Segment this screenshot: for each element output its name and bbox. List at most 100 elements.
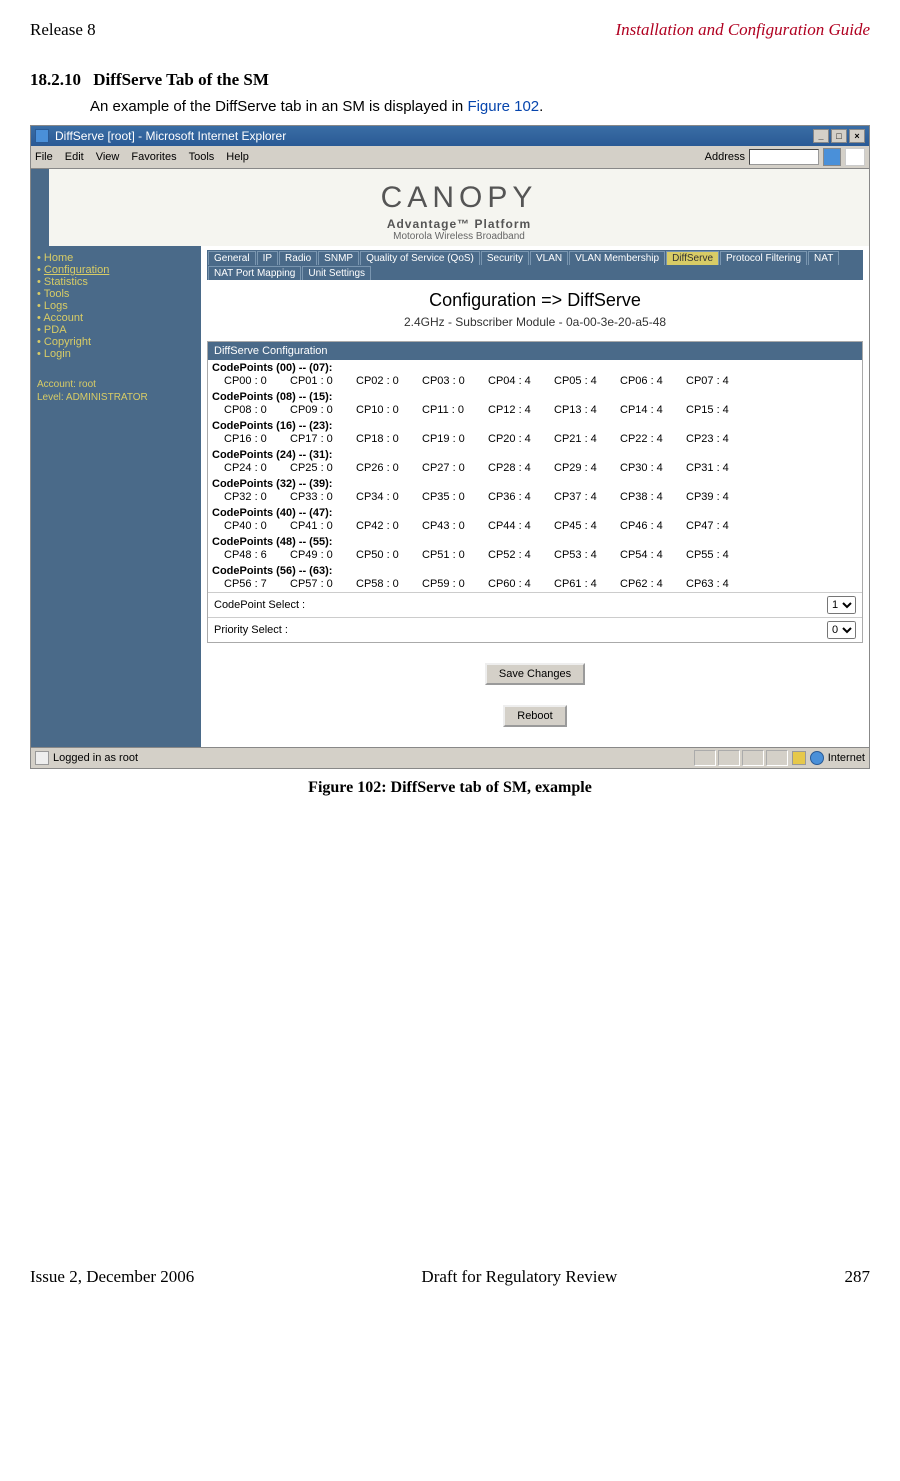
page-title: Configuration => DiffServe bbox=[207, 290, 863, 311]
codepoint-value: CP10 : 0 bbox=[356, 404, 422, 416]
codepoint-value: CP52 : 4 bbox=[488, 549, 554, 561]
menu-file[interactable]: File bbox=[35, 151, 53, 163]
codepoint-group-label: CodePoints (32) -- (39): bbox=[208, 476, 862, 490]
config-tab[interactable]: IP bbox=[257, 251, 278, 265]
sidebar-item[interactable]: Home bbox=[37, 252, 195, 264]
go-button[interactable] bbox=[823, 148, 841, 166]
close-button[interactable]: × bbox=[849, 129, 865, 143]
codepoint-select[interactable]: 1 bbox=[827, 596, 856, 614]
priority-select[interactable]: 0 bbox=[827, 621, 856, 639]
module-line: 2.4GHz - Subscriber Module - 0a-00-3e-20… bbox=[207, 315, 863, 329]
config-tab[interactable]: VLAN bbox=[530, 251, 568, 265]
account-level: Level: ADMINISTRATOR bbox=[37, 391, 195, 404]
config-tab[interactable]: NAT Port Mapping bbox=[208, 266, 301, 280]
main-content: GeneralIPRadioSNMPQuality of Service (Qo… bbox=[201, 246, 869, 747]
screenshot-window: DiffServe [root] - Microsoft Internet Ex… bbox=[30, 125, 870, 769]
codepoint-value: CP61 : 4 bbox=[554, 578, 620, 590]
menu-edit[interactable]: Edit bbox=[65, 151, 84, 163]
menu-tools[interactable]: Tools bbox=[189, 151, 215, 163]
minimize-button[interactable]: _ bbox=[813, 129, 829, 143]
codepoint-value: CP49 : 0 bbox=[290, 549, 356, 561]
config-tab[interactable]: VLAN Membership bbox=[569, 251, 665, 265]
codepoint-value: CP28 : 4 bbox=[488, 462, 554, 474]
codepoint-value: CP04 : 4 bbox=[488, 375, 554, 387]
menu-help[interactable]: Help bbox=[226, 151, 249, 163]
sidebar-item[interactable]: Login bbox=[37, 348, 195, 360]
codepoint-value: CP30 : 4 bbox=[620, 462, 686, 474]
codepoint-value: CP54 : 4 bbox=[620, 549, 686, 561]
codepoint-value: CP51 : 0 bbox=[422, 549, 488, 561]
codepoint-value: CP22 : 4 bbox=[620, 433, 686, 445]
codepoint-group-label: CodePoints (40) -- (47): bbox=[208, 505, 862, 519]
intro-post: . bbox=[539, 98, 543, 115]
codepoint-value: CP43 : 0 bbox=[422, 520, 488, 532]
config-tab[interactable]: Protocol Filtering bbox=[720, 251, 807, 265]
config-tab[interactable]: Security bbox=[481, 251, 529, 265]
sidebar-item[interactable]: Tools bbox=[37, 288, 195, 300]
config-tab[interactable]: Radio bbox=[279, 251, 317, 265]
codepoint-value: CP44 : 4 bbox=[488, 520, 554, 532]
codepoint-value: CP34 : 0 bbox=[356, 491, 422, 503]
footer-status: Draft for Regulatory Review bbox=[421, 1267, 617, 1287]
codepoint-value: CP16 : 0 bbox=[224, 433, 290, 445]
codepoint-value: CP27 : 0 bbox=[422, 462, 488, 474]
codepoint-value: CP33 : 0 bbox=[290, 491, 356, 503]
sidebar-item[interactable]: Logs bbox=[37, 300, 195, 312]
config-tab[interactable]: General bbox=[208, 251, 256, 265]
config-tab[interactable]: Quality of Service (QoS) bbox=[360, 251, 480, 265]
codepoint-group-label: CodePoints (16) -- (23): bbox=[208, 418, 862, 432]
brand-area: CANOPY Advantage™ PlatformMotorola Wirel… bbox=[49, 169, 869, 246]
reboot-button[interactable]: Reboot bbox=[503, 705, 566, 727]
codepoint-value: CP36 : 4 bbox=[488, 491, 554, 503]
guide-title: Installation and Configuration Guide bbox=[615, 20, 870, 40]
tab-row: GeneralIPRadioSNMPQuality of Service (Qo… bbox=[207, 250, 863, 280]
config-box: DiffServe Configuration CodePoints (00) … bbox=[207, 341, 863, 643]
codepoint-value: CP11 : 0 bbox=[422, 404, 488, 416]
codepoint-select-label: CodePoint Select : bbox=[214, 599, 827, 611]
codepoint-value: CP50 : 0 bbox=[356, 549, 422, 561]
brand-sub-bold: Advantage™ Platform bbox=[387, 217, 531, 231]
save-changes-button[interactable]: Save Changes bbox=[485, 663, 585, 685]
menu-view[interactable]: View bbox=[96, 151, 120, 163]
sidebar-item[interactable]: Account bbox=[37, 312, 195, 324]
codepoint-value: CP38 : 4 bbox=[620, 491, 686, 503]
codepoint-value: CP55 : 4 bbox=[686, 549, 752, 561]
codepoint-value: CP60 : 4 bbox=[488, 578, 554, 590]
statusbar: Logged in as root Internet bbox=[31, 747, 869, 768]
codepoint-value: CP63 : 4 bbox=[686, 578, 752, 590]
intro-pre: An example of the DiffServe tab in an SM… bbox=[90, 98, 467, 115]
codepoint-group-label: CodePoints (08) -- (15): bbox=[208, 389, 862, 403]
section-title: DiffServe Tab of the SM bbox=[93, 70, 269, 89]
codepoint-group-label: CodePoints (24) -- (31): bbox=[208, 447, 862, 461]
config-tab[interactable]: NAT bbox=[808, 251, 839, 265]
codepoint-value: CP23 : 4 bbox=[686, 433, 752, 445]
address-input[interactable] bbox=[749, 149, 819, 165]
codepoint-value: CP40 : 0 bbox=[224, 520, 290, 532]
sidebar-item[interactable]: Configuration bbox=[37, 264, 195, 276]
codepoint-value: CP25 : 0 bbox=[290, 462, 356, 474]
codepoint-value: CP37 : 4 bbox=[554, 491, 620, 503]
window-title: DiffServe [root] - Microsoft Internet Ex… bbox=[55, 129, 286, 143]
config-tab[interactable]: SNMP bbox=[318, 251, 359, 265]
config-tab[interactable]: DiffServe bbox=[666, 251, 719, 265]
config-tab[interactable]: Unit Settings bbox=[302, 266, 371, 280]
codepoint-value: CP42 : 0 bbox=[356, 520, 422, 532]
codepoint-value: CP08 : 0 bbox=[224, 404, 290, 416]
codepoint-value: CP13 : 4 bbox=[554, 404, 620, 416]
ie-icon bbox=[35, 129, 49, 143]
menu-favorites[interactable]: Favorites bbox=[131, 151, 176, 163]
address-label: Address bbox=[705, 151, 745, 163]
sidebar-item[interactable]: Copyright bbox=[37, 336, 195, 348]
window-titlebar: DiffServe [root] - Microsoft Internet Ex… bbox=[31, 126, 869, 146]
maximize-button[interactable]: □ bbox=[831, 129, 847, 143]
codepoint-value: CP57 : 0 bbox=[290, 578, 356, 590]
sidebar-item[interactable]: PDA bbox=[37, 324, 195, 336]
lock-icon bbox=[792, 751, 806, 765]
codepoint-value: CP00 : 0 bbox=[224, 375, 290, 387]
codepoint-value: CP39 : 4 bbox=[686, 491, 752, 503]
figure-link[interactable]: Figure 102 bbox=[467, 98, 539, 115]
sidebar-item[interactable]: Statistics bbox=[37, 276, 195, 288]
footer-issue: Issue 2, December 2006 bbox=[30, 1267, 194, 1287]
status-text: Logged in as root bbox=[53, 752, 138, 764]
menubar: File Edit View Favorites Tools Help Addr… bbox=[31, 146, 869, 169]
